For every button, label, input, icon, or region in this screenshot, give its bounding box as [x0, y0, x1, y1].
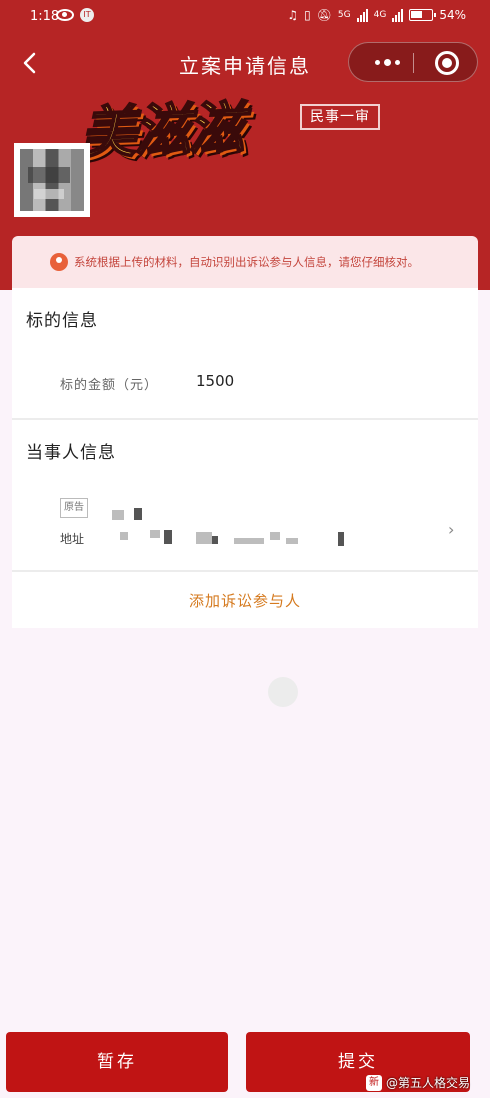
amount-value[interactable]: 1500 [196, 372, 234, 390]
redacted-address [150, 530, 160, 538]
battery-icon [409, 9, 437, 21]
headphones-icon: ♫ [287, 8, 299, 22]
redacted-address [196, 532, 212, 544]
add-party-link[interactable]: 添加诉讼参与人 [12, 590, 478, 611]
signal-icon [392, 8, 404, 22]
redacted-address [164, 530, 172, 544]
redacted-address [286, 538, 298, 544]
redacted-address [212, 536, 218, 544]
capsule-divider [413, 53, 414, 73]
redacted-address [338, 532, 344, 546]
redacted-address [270, 532, 280, 540]
mute-icon: 🔕︎ [316, 8, 332, 22]
vibrate-icon: ▯ [304, 8, 311, 22]
save-draft-button[interactable]: 暂存 [6, 1032, 228, 1092]
navigation-bar: 立案申请信息 [0, 38, 490, 88]
status-bar: 1:18 IT ♫ ▯ 🔕︎ 5G 4G 54% [0, 0, 490, 34]
signal-icon [356, 8, 368, 22]
more-options-icon[interactable] [363, 43, 411, 81]
chevron-right-icon[interactable]: › [448, 520, 454, 539]
add-party-card: 添加诉讼参与人 [12, 572, 478, 628]
role-tag: 原告 [60, 498, 88, 518]
watermark-logo-icon: 新 [366, 1074, 382, 1091]
redacted-address [120, 532, 128, 540]
watermark: 新 @第五人格交易 [366, 1074, 470, 1091]
network-5g: 5G [337, 10, 351, 20]
redacted-address [234, 538, 264, 544]
amount-label: 标的金额（元） [60, 378, 159, 393]
case-type-badge: 民事一审 [300, 104, 380, 130]
brand-overlay-text: 美滋滋 [78, 95, 244, 168]
close-miniprogram-icon[interactable] [435, 51, 459, 75]
avatar [14, 143, 90, 217]
party-section-title: 当事人信息 [26, 443, 116, 463]
notice-text: 系统根据上传的材料，自动识别出诉讼参与人信息，请您仔细核对。 [74, 255, 419, 269]
status-indicators: ♫ ▯ 🔕︎ 5G 4G 54% [287, 8, 466, 22]
status-time: 1:18 [30, 9, 60, 24]
redacted-name [112, 510, 124, 520]
location-pin-icon [50, 253, 68, 271]
battery-percent: 54% [439, 8, 466, 22]
subject-info-card: 标的信息 标的金额（元） 1500 [12, 288, 478, 418]
notice-banner: 系统根据上传的材料，自动识别出诉讼参与人信息，请您仔细核对。 [12, 236, 478, 288]
network-4g: 4G [373, 10, 387, 20]
avatar-image-blurred [20, 149, 84, 211]
section-divider [12, 418, 478, 420]
app-badge-icon: IT [80, 8, 94, 22]
address-label: 地址 [60, 532, 85, 546]
eye-icon [56, 9, 74, 21]
subject-section-title: 标的信息 [26, 311, 98, 331]
watermark-text: @第五人格交易 [386, 1076, 471, 1090]
party-info-card: 当事人信息 原告 地址 › [12, 420, 478, 570]
loading-indicator [268, 677, 298, 707]
miniprogram-capsule [348, 42, 478, 82]
redacted-name [134, 508, 142, 520]
